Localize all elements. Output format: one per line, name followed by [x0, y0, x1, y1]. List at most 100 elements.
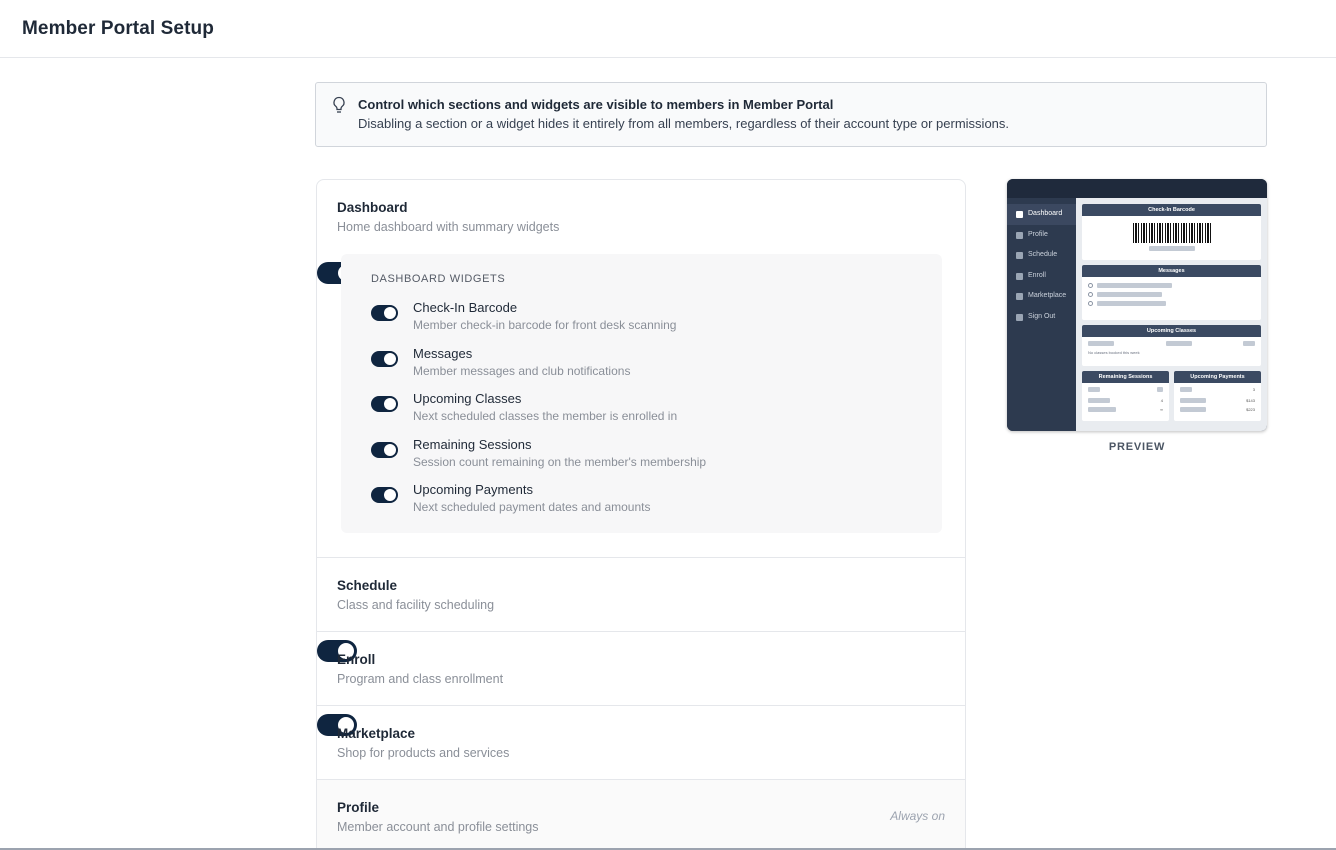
placeholder-bar: [1097, 301, 1166, 306]
section-name: Enroll: [337, 652, 376, 667]
check-in-barcode-toggle[interactable]: [371, 305, 398, 321]
placeholder-bar: [1180, 398, 1206, 403]
widget-name: Upcoming Payments: [413, 482, 533, 497]
preview-payment-row: $143: [1174, 394, 1261, 405]
placeholder-bar: [1157, 387, 1163, 392]
widget-description: Member check-in barcode for front desk s…: [413, 318, 677, 332]
section-profile: Profile Member account and profile setti…: [317, 780, 965, 850]
preview-nav-sign-out: Sign Out: [1007, 307, 1076, 328]
messages-toggle[interactable]: [371, 350, 398, 367]
section-description: Program and class enrollment: [337, 672, 504, 686]
widget-description: Member messages and club notifications: [413, 363, 631, 378]
info-icon: [1088, 283, 1093, 288]
placeholder-bar: [1180, 407, 1206, 412]
widget-name: Messages: [413, 345, 473, 361]
preview-card-title: Check-In Barcode: [1082, 204, 1261, 216]
placeholder-bar: [1180, 387, 1192, 392]
toggle-knob: [384, 307, 396, 319]
widget-name: Check-In Barcode: [413, 300, 518, 315]
info-banner: Control which sections and widgets are v…: [315, 82, 1267, 147]
placeholder-bar: [1148, 246, 1195, 251]
portal-preview: Dashboard Profile Schedule Enroll Market…: [1007, 179, 1267, 431]
sections-card: Dashboard Home dashboard with summary wi…: [316, 179, 966, 850]
preview-sidebar: Dashboard Profile Schedule Enroll Market…: [1007, 198, 1076, 431]
widget-check-in-barcode: Check-In Barcode Member check-in barcode…: [371, 299, 912, 345]
toggle-knob: [384, 352, 396, 365]
toggle-knob: [384, 489, 396, 501]
preview-session-row: 4: [1082, 394, 1169, 405]
preview-payment-row: $223: [1174, 405, 1261, 414]
widget-messages: Messages Member messages and club notifi…: [371, 345, 912, 391]
info-icon: [1088, 292, 1093, 297]
section-description: Member account and profile settings: [337, 820, 539, 834]
section-dashboard: Dashboard Home dashboard with summary wi…: [317, 180, 965, 558]
preview-message-row: [1082, 281, 1261, 290]
section-name: Profile: [337, 800, 380, 815]
dashboard-widgets-panel: DASHBOARD WIDGETS Check-In Barcode Membe…: [341, 254, 942, 533]
preview-payments-card: Upcoming Payments 3 $143 $223: [1174, 371, 1261, 421]
section-schedule: Schedule Class and facility scheduling: [317, 558, 965, 662]
placeholder-bar: [1088, 407, 1116, 412]
preview-value: $143: [1246, 398, 1255, 403]
preview-messages-card: Messages: [1082, 265, 1261, 320]
lightbulb-icon: [333, 96, 345, 113]
top-bar: Member Portal Setup: [0, 0, 1336, 58]
section-description: Home dashboard with summary widgets: [337, 220, 560, 234]
preview-card-title: Upcoming Classes: [1082, 325, 1261, 337]
section-description: Shop for products and services: [337, 746, 510, 760]
preview-bottom-row: Remaining Sessions 4 ∞ Upcoming Payments…: [1082, 371, 1261, 426]
section-description: Class and facility scheduling: [337, 598, 495, 612]
section-name: Marketplace: [337, 726, 416, 741]
preview-nav-enroll: Enroll: [1007, 266, 1076, 287]
preview-value: $223: [1246, 407, 1255, 412]
placeholder-bar: [1097, 283, 1172, 288]
placeholder-bar: [1097, 292, 1162, 297]
widget-upcoming-payments: Upcoming Payments Next scheduled payment…: [371, 481, 912, 527]
preview-nav-schedule: Schedule: [1007, 245, 1076, 266]
banner-description: Disabling a section or a widget hides it…: [358, 116, 1010, 131]
preview-header-bar: [1007, 179, 1267, 198]
preview-sessions-card: Remaining Sessions 4 ∞: [1082, 371, 1169, 421]
preview-nav-profile: Profile: [1007, 225, 1076, 246]
page-title: Member Portal Setup: [22, 17, 214, 39]
preview-main: Check-In Barcode Messages Upcoming Class…: [1076, 198, 1267, 431]
preview-value: 4: [1160, 398, 1163, 403]
section-marketplace: Marketplace Shop for products and servic…: [317, 706, 965, 810]
barcode-graphic: [1132, 223, 1211, 243]
toggle-knob: [384, 443, 396, 456]
upcoming-classes-toggle[interactable]: [371, 396, 398, 412]
placeholder-bar: [1088, 387, 1100, 392]
preview-card-title: Remaining Sessions: [1082, 371, 1169, 383]
upcoming-payments-toggle[interactable]: [371, 487, 398, 503]
preview-nav-marketplace: Marketplace: [1007, 286, 1076, 307]
preview-nav-dashboard: Dashboard: [1007, 204, 1076, 225]
preview-card-title: Upcoming Payments: [1174, 371, 1261, 383]
preview-session-row: [1082, 383, 1169, 394]
placeholder-bar: [1165, 341, 1192, 346]
always-on-label: Always on: [890, 809, 945, 823]
widget-name: Remaining Sessions: [413, 436, 532, 452]
preview-value: 3: [1252, 387, 1255, 392]
placeholder-bar: [1243, 341, 1255, 346]
preview-message-row: [1082, 290, 1261, 299]
widget-remaining-sessions: Remaining Sessions Session count remaini…: [371, 436, 912, 482]
placeholder-bar: [1088, 398, 1110, 403]
banner-title: Control which sections and widgets are v…: [358, 97, 834, 112]
preview-message-row: [1082, 299, 1261, 308]
widget-description: Next scheduled payment dates and amounts: [413, 500, 651, 514]
preview-payment-row: 3: [1174, 383, 1261, 394]
preview-barcode-card: Check-In Barcode: [1082, 204, 1261, 260]
section-name: Dashboard: [337, 200, 408, 215]
preview-class-row: [1082, 337, 1261, 348]
toggle-knob: [384, 398, 396, 410]
remaining-sessions-toggle[interactable]: [371, 441, 398, 458]
preview-empty-text: No classes booked this week: [1088, 350, 1140, 355]
widget-description: Next scheduled classes the member is enr…: [413, 409, 678, 423]
info-icon: [1088, 301, 1093, 306]
widget-description: Session count remaining on the member's …: [413, 454, 707, 469]
section-enroll: Enroll Program and class enrollment: [317, 632, 965, 736]
preview-session-row: ∞: [1082, 405, 1169, 414]
preview-card-title: Messages: [1082, 265, 1261, 277]
preview-value: ∞: [1160, 407, 1163, 412]
placeholder-bar: [1088, 341, 1114, 346]
